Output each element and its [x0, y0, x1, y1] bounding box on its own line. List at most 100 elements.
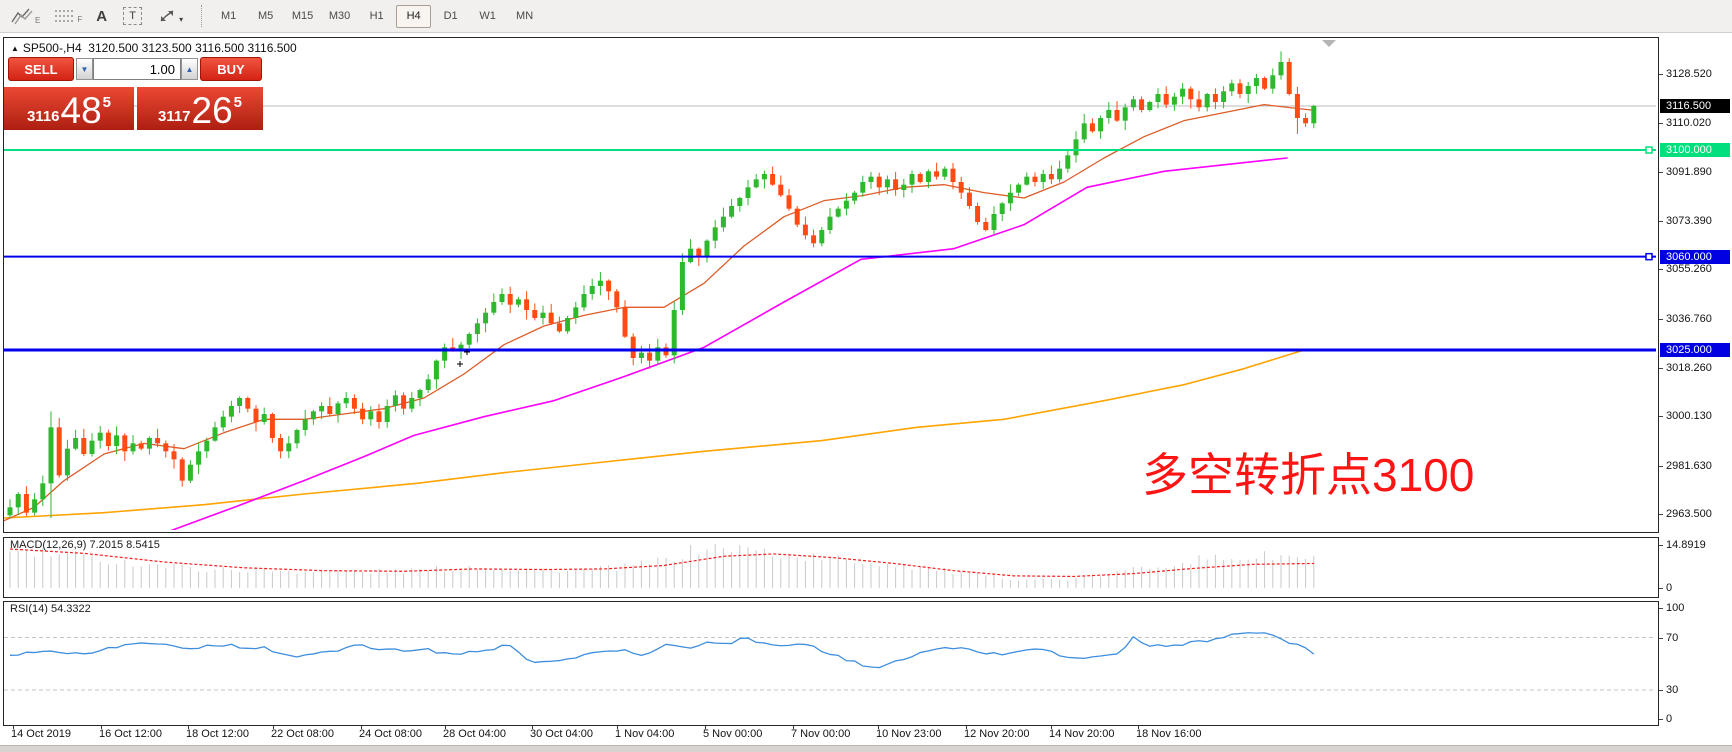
axis-tick [1659, 269, 1663, 270]
date-label: 5 Nov 00:00 [703, 728, 762, 740]
buy-price-big: 26 [192, 94, 233, 128]
date-label: 7 Nov 00:00 [791, 728, 850, 740]
axis-tick [1659, 608, 1663, 609]
date-tick [793, 725, 794, 729]
buy-price-panel[interactable]: 3117 26 5 [137, 87, 263, 130]
date-tick [705, 725, 706, 729]
macd-canvas [4, 538, 1656, 595]
timeframe-button-m1[interactable]: M1 [211, 5, 246, 28]
date-label: 14 Oct 2019 [11, 728, 71, 740]
axis-tick [1659, 588, 1663, 589]
price-axis-label: 3018.260 [1666, 361, 1712, 375]
timeframe-button-mn[interactable]: MN [507, 5, 542, 28]
bottom-scroll-strip[interactable] [0, 745, 1732, 752]
rsi-axis-label: 30 [1666, 683, 1678, 697]
axis-tick [1659, 221, 1663, 222]
timeframe-button-d1[interactable]: D1 [433, 5, 468, 28]
time-axis[interactable]: 14 Oct 2019 16 Oct 12:00 18 Oct 12:00 22 Oc… [3, 728, 1663, 744]
sell-price-sup: 5 [103, 94, 111, 111]
date-label: 18 Oct 12:00 [186, 728, 249, 740]
timeframe-button-h1[interactable]: H1 [359, 5, 394, 28]
date-label: 10 Nov 23:00 [876, 728, 941, 740]
sell-price-panel[interactable]: 3116 48 5 [4, 87, 134, 130]
text-box-icon[interactable]: T [123, 7, 142, 25]
rsi-canvas [4, 602, 1656, 723]
price-axis-label: 2981.630 [1666, 459, 1712, 473]
timeframe-button-m15[interactable]: M15 [285, 5, 320, 28]
timeframe-buttons: M1M5M15M30H1H4D1W1MN [211, 5, 544, 28]
date-tick [445, 725, 446, 729]
trade-controls-row: SELL ▼ ▲ BUY [4, 57, 263, 84]
grid-f-icon[interactable]: F [54, 8, 82, 24]
price-axis-label: 3025.000 [1660, 343, 1730, 357]
price-axis-label: 3128.520 [1666, 67, 1712, 81]
collapse-arrow-icon[interactable]: ▲ [11, 44, 19, 53]
price-axis-label: 3073.390 [1666, 214, 1712, 228]
date-tick [101, 725, 102, 729]
date-label: 16 Oct 12:00 [99, 728, 162, 740]
lot-size-input[interactable] [93, 58, 181, 80]
price-axis-label: 3055.260 [1666, 262, 1712, 276]
axis-tick [1659, 466, 1663, 467]
macd-panel[interactable]: MACD(12,26,9) 7.2015 8.5415 [3, 537, 1659, 598]
date-tick [273, 725, 274, 729]
lot-decrease-button[interactable]: ▼ [76, 58, 93, 80]
date-tick [878, 725, 879, 729]
date-label: 14 Nov 20:00 [1049, 728, 1114, 740]
timeframe-button-h4[interactable]: H4 [396, 5, 431, 28]
axis-tick [1659, 514, 1663, 515]
timeframe-button-w1[interactable]: W1 [470, 5, 505, 28]
date-tick [1138, 725, 1139, 729]
grid-icon [54, 8, 76, 24]
price-axis-label: 3116.500 [1660, 99, 1730, 113]
buy-button[interactable]: BUY [200, 57, 262, 81]
axis-tick [1659, 638, 1663, 639]
macd-axis-label: 0 [1666, 581, 1672, 595]
timeframe-button-m30[interactable]: M30 [322, 5, 357, 28]
date-tick [966, 725, 967, 729]
macd-axis-label: 14.8919 [1666, 538, 1706, 552]
price-axis-label: 3091.890 [1666, 165, 1712, 179]
date-label: 30 Oct 04:00 [530, 728, 593, 740]
timeframe-button-m5[interactable]: M5 [248, 5, 283, 28]
price-axis-label: 3036.760 [1666, 312, 1712, 326]
axis-tick [1659, 123, 1663, 124]
axis-tick [1659, 690, 1663, 691]
lot-increase-button[interactable]: ▲ [181, 58, 198, 80]
text-label-icon[interactable]: A [96, 8, 107, 25]
date-tick [188, 725, 189, 729]
rsi-axis-label: 100 [1666, 601, 1684, 615]
indicators-e-icon[interactable]: E [10, 7, 40, 25]
sell-price-big: 48 [61, 94, 102, 128]
rsi-panel[interactable]: RSI(14) 54.3322 [3, 601, 1659, 726]
date-label: 22 Oct 08:00 [271, 728, 334, 740]
icon-f-label: F [77, 16, 82, 24]
rsi-label: RSI(14) 54.3322 [10, 603, 91, 615]
date-tick [1051, 725, 1052, 729]
crosshair-arrows-icon[interactable]: ▾ [158, 8, 183, 24]
rsi-axis-label: 0 [1666, 712, 1672, 726]
arrows-icon [158, 8, 176, 24]
icon-e-label: E [35, 17, 40, 25]
sell-button[interactable]: SELL [8, 57, 74, 81]
date-label: 28 Oct 04:00 [443, 728, 506, 740]
buy-price-sup: 5 [234, 94, 242, 111]
axis-tick [1659, 545, 1663, 546]
price-axis-label: 2963.500 [1666, 507, 1712, 521]
axis-tick [1659, 74, 1663, 75]
price-axis[interactable]: 3128.5203116.5003110.0203100.0003091.890… [1659, 37, 1732, 752]
axis-tick [1659, 319, 1663, 320]
chart-annotation: 多空转折点3100 [1142, 450, 1474, 500]
chart-ohlc-header: ▲SP500-,H4 3120.500 3123.500 3116.500 31… [11, 41, 297, 55]
date-tick [361, 725, 362, 729]
toolbar: E F A T ▾ M1M5M15M30H1H4D1W1MN [0, 0, 1732, 33]
trade-prices-row: 3116 48 5 3117 26 5 [4, 87, 263, 130]
date-tick [617, 725, 618, 729]
date-label: 12 Nov 20:00 [964, 728, 1029, 740]
chevron-down-icon: ▾ [179, 15, 183, 24]
toolbar-separator [201, 5, 202, 27]
zigzag-icon [10, 7, 34, 25]
axis-tick [1659, 368, 1663, 369]
ohlc-values: 3120.500 3123.500 3116.500 3116.500 [88, 41, 296, 55]
price-axis-label: 3000.130 [1666, 409, 1712, 423]
